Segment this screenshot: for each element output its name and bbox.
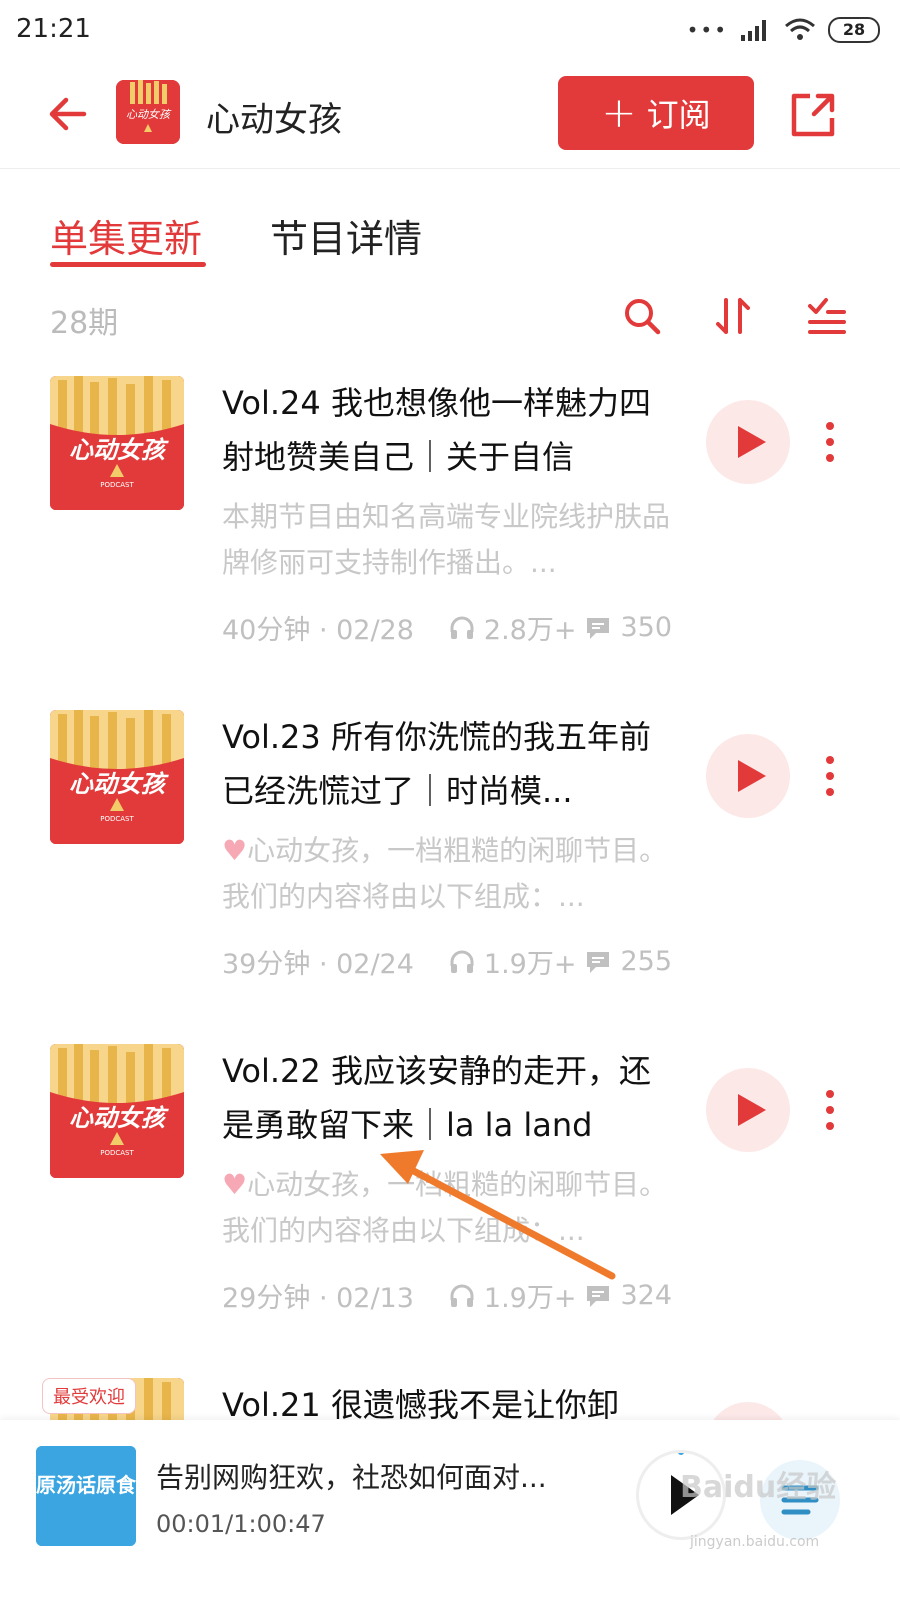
- episode-meta: 39分钟 · 02/24 1.9万+ 255: [222, 942, 692, 981]
- subscribe-button[interactable]: + 订阅: [558, 76, 754, 150]
- now-playing-title: 告别网购狂欢，社恐如何面对...: [156, 1461, 547, 1494]
- episode-comments: 255: [620, 946, 673, 977]
- tab-program-details[interactable]: 节目详情: [270, 208, 422, 263]
- mini-player[interactable]: 原汤话原食 告别网购狂欢，社恐如何面对... 00:01/1:00:47: [0, 1420, 900, 1600]
- more-options-button[interactable]: [816, 1086, 844, 1134]
- episode-item[interactable]: 心动女孩 PODCAST Vol.24 我也想像他一样魅力四射地赞美自己｜关于自信…: [0, 376, 900, 710]
- headphones-icon: [450, 616, 474, 639]
- episode-title[interactable]: Vol.21 很遗憾我不是让你卸: [222, 1378, 672, 1420]
- search-icon: [625, 299, 661, 335]
- episode-description: 本期节目由知名高端专业院线护肤品牌修丽可支持制作播出。...: [222, 500, 671, 579]
- episode-duration-date: 40分钟 · 02/28: [222, 615, 414, 646]
- sort-icon: [716, 298, 750, 334]
- signal-icon: [741, 20, 766, 41]
- episode-title[interactable]: Vol.22 我应该安静的走开，还是勇敢留下来｜la la land: [222, 1044, 672, 1152]
- battery-icon: 28: [828, 17, 880, 43]
- play-button[interactable]: [706, 734, 790, 818]
- comment-icon: [587, 1285, 610, 1307]
- play-button[interactable]: [706, 1068, 790, 1152]
- episode-duration-date: 39分钟 · 02/24: [222, 949, 414, 980]
- header-bar: 心动女孩 心动女孩 + 订阅: [0, 62, 900, 169]
- episode-meta: 29分钟 · 02/13 1.9万+ 324: [222, 1276, 692, 1315]
- arrow-left-icon: [49, 97, 87, 131]
- comment-icon: [587, 617, 610, 639]
- episode-duration-date: 29分钟 · 02/13: [222, 1283, 414, 1314]
- cover-sub-text: PODCAST: [100, 481, 134, 489]
- plus-icon: +: [601, 88, 637, 137]
- episode-description-text: 心动女孩，一档粗糙的闲聊节目。我们的内容将由以下组成：...: [222, 834, 668, 913]
- episode-plays: 1.9万+: [483, 1283, 577, 1314]
- back-button[interactable]: [44, 90, 92, 138]
- tab-bar: 单集更新 节目详情: [0, 168, 900, 278]
- status-icons: ••• 28: [687, 14, 880, 46]
- list-toolbar: 28期: [0, 290, 900, 350]
- tab-episodes[interactable]: 单集更新: [50, 208, 202, 263]
- tab-underline: [50, 262, 206, 267]
- comment-icon: [587, 951, 610, 973]
- status-bar: 21:21 ••• 28: [0, 0, 900, 62]
- watermark-text: Baidu经验: [680, 1470, 837, 1505]
- page-title: 心动女孩: [206, 100, 342, 140]
- more-options-button[interactable]: [816, 418, 844, 466]
- episode-title[interactable]: Vol.23 所有你洗慌的我五年前已经洗慌过了｜时尚模...: [222, 710, 672, 818]
- cover-title-text: 心动女孩: [69, 770, 169, 798]
- more-vertical-icon: [826, 422, 834, 462]
- most-popular-badge: 最受欢迎: [42, 1378, 136, 1414]
- episode-description-text: 心动女孩，一档粗糙的闲聊节目。我们的内容将由以下组成：...: [222, 1168, 668, 1247]
- episode-description: ♥心动女孩，一档粗糙的闲聊节目。我们的内容将由以下组成：...: [222, 828, 682, 920]
- dots-icon: •••: [686, 18, 728, 42]
- episode-description: ♥心动女孩，一档粗糙的闲聊节目。我们的内容将由以下组成：...: [222, 1162, 682, 1254]
- share-icon: [791, 93, 835, 137]
- share-button[interactable]: [788, 90, 838, 140]
- episode-title[interactable]: Vol.24 我也想像他一样魅力四射地赞美自己｜关于自信: [222, 376, 672, 484]
- episode-count: 28期: [50, 306, 119, 341]
- multi-select-button[interactable]: [804, 294, 848, 338]
- sort-button[interactable]: [712, 294, 756, 338]
- episode-cover: 心动女孩 PODCAST: [50, 376, 184, 510]
- checklist-icon: [808, 298, 846, 334]
- cover-title-text: 心动女孩: [69, 436, 169, 464]
- search-button[interactable]: [620, 294, 664, 338]
- episode-item[interactable]: 最受欢迎 Vol.21 很遗憾我不是让你卸: [0, 1378, 900, 1420]
- cover-title-text: 心动女孩: [69, 1104, 169, 1132]
- episode-item[interactable]: 心动女孩 PODCAST Vol.23 所有你洗慌的我五年前已经洗慌过了｜时尚模.…: [0, 710, 900, 1044]
- play-button[interactable]: [706, 1402, 790, 1420]
- play-button[interactable]: [706, 400, 790, 484]
- episode-comments: 324: [620, 1280, 673, 1311]
- episode-comments: 350: [620, 612, 673, 643]
- episode-cover: 心动女孩 PODCAST: [50, 1044, 184, 1178]
- more-vertical-icon: [826, 1090, 834, 1130]
- play-icon: [738, 426, 766, 458]
- heart-icon: ♥: [222, 834, 248, 867]
- cover-sub-text: PODCAST: [100, 815, 134, 823]
- play-icon: [738, 1094, 766, 1126]
- now-playing-cover: 原汤话原食: [36, 1446, 136, 1546]
- more-vertical-icon: [826, 756, 834, 796]
- headphones-icon: [450, 1284, 474, 1307]
- play-icon: [738, 760, 766, 792]
- podcast-cover-thumbnail: 心动女孩: [116, 80, 180, 144]
- svg-text:心动女孩: 心动女孩: [126, 108, 172, 121]
- episode-plays: 1.9万+: [483, 949, 577, 980]
- watermark-url: jingyan.baidu.com: [690, 1534, 820, 1550]
- cover-sub-text: PODCAST: [100, 1149, 134, 1157]
- now-playing-cover-text: 原汤话原食: [36, 1473, 136, 1497]
- more-options-button[interactable]: [816, 752, 844, 800]
- status-time: 21:21: [16, 14, 91, 44]
- subscribe-label: 订阅: [646, 96, 711, 134]
- headphones-icon: [450, 950, 474, 973]
- episode-plays: 2.8万+: [483, 615, 577, 646]
- now-playing-time: 00:01/1:00:47: [156, 1510, 326, 1538]
- episode-item[interactable]: 心动女孩 PODCAST Vol.22 我应该安静的走开，还是勇敢留下来｜la l…: [0, 1044, 900, 1378]
- wifi-icon: [785, 18, 815, 40]
- episode-cover: 心动女孩 PODCAST: [50, 710, 184, 844]
- heart-icon: ♥: [222, 1168, 248, 1201]
- episode-meta: 40分钟 · 02/28 2.8万+ 350: [222, 608, 692, 647]
